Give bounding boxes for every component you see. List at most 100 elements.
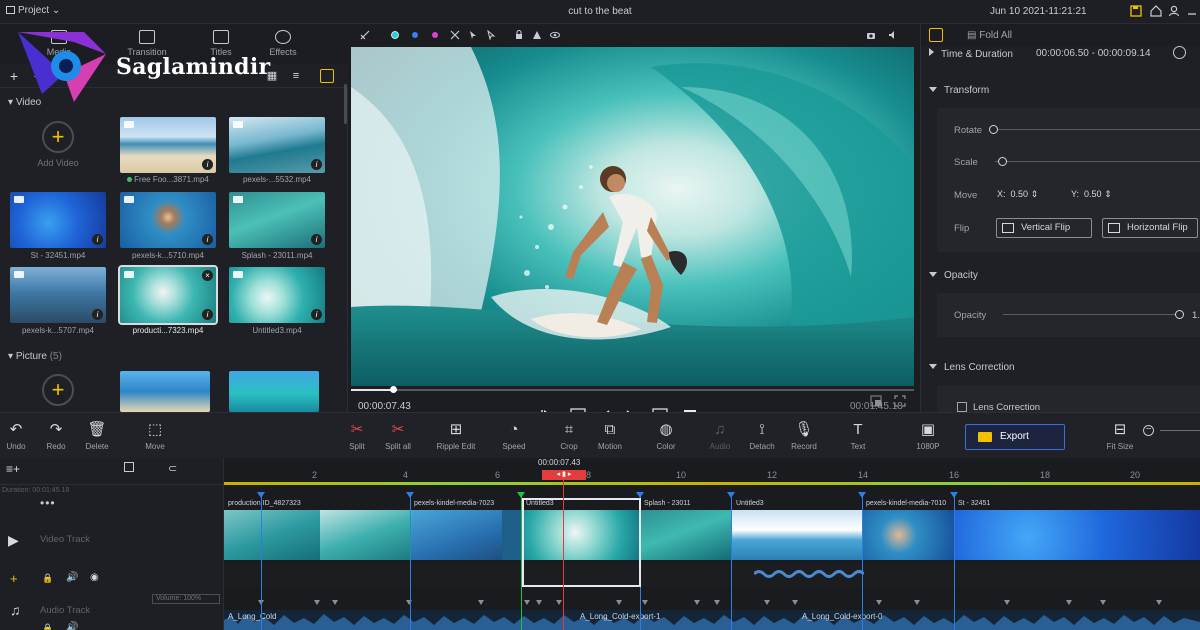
video-thumbnail[interactable]: i: [229, 117, 325, 173]
text-button[interactable]: T Text: [836, 421, 880, 451]
link-icon[interactable]: ⊂: [168, 462, 177, 475]
add-picture-button[interactable]: +: [42, 374, 74, 406]
video-clip[interactable]: [224, 510, 320, 560]
rotate-slider-handle[interactable]: [989, 125, 998, 134]
playhead[interactable]: [563, 472, 564, 630]
volume-icon[interactable]: 🔊: [66, 622, 78, 630]
rotate-slider[interactable]: [995, 129, 1200, 130]
pip-icon[interactable]: [870, 395, 882, 407]
volume-field[interactable]: Volume: 100%: [152, 594, 220, 604]
ruler-icon[interactable]: [360, 30, 370, 40]
delete-button[interactable]: 🗑 Delete: [75, 421, 119, 451]
info-icon[interactable]: i: [311, 234, 322, 245]
ripple-edit-button[interactable]: ⊞ Ripple Edit: [428, 421, 484, 451]
panel-toggle-icon[interactable]: [320, 69, 334, 83]
video-thumbnail[interactable]: i: [229, 192, 325, 248]
close-icon[interactable]: ×: [202, 270, 213, 281]
opacity-slider[interactable]: [1003, 314, 1181, 315]
snapshot-icon[interactable]: [866, 30, 876, 40]
video-thumbnail[interactable]: i: [10, 267, 106, 323]
video-thumbnail[interactable]: i: [120, 192, 216, 248]
detached-audio-waveform[interactable]: [754, 568, 864, 580]
align-icon[interactable]: [532, 30, 542, 40]
info-icon[interactable]: i: [202, 309, 213, 320]
audio-button[interactable]: ♫ Audio: [698, 421, 742, 451]
stepper-icon[interactable]: ⇕: [1031, 189, 1039, 199]
crop-button[interactable]: ⌗ Crop: [547, 421, 591, 451]
opacity-slider-handle[interactable]: [1175, 310, 1184, 319]
horizontal-flip-button[interactable]: Horizontal Flip: [1102, 218, 1198, 238]
speed-button[interactable]: ◔ Speed: [492, 421, 536, 451]
add-clip-icon[interactable]: +: [10, 571, 18, 586]
preview-scrub-handle[interactable]: [390, 386, 397, 393]
vertical-flip-button[interactable]: Vertical Flip: [996, 218, 1092, 238]
video-clip[interactable]: [640, 510, 732, 560]
info-icon[interactable]: i: [92, 234, 103, 245]
video-preview[interactable]: [351, 47, 914, 386]
detach-button[interactable]: ⟟ Detach: [740, 421, 784, 451]
transform-section[interactable]: Transform: [929, 85, 989, 96]
info-icon[interactable]: i: [311, 309, 322, 320]
lens-correction-checkbox[interactable]: [957, 402, 967, 412]
video-clip[interactable]: [320, 510, 412, 560]
color-dot-blue-icon[interactable]: [410, 30, 420, 40]
zoom-out-icon[interactable]: −: [1143, 425, 1154, 436]
color-dot-pink-icon[interactable]: [430, 30, 440, 40]
video-clip[interactable]: [954, 510, 1200, 560]
minimize-icon[interactable]: [1186, 5, 1198, 17]
more-icon[interactable]: •••: [40, 496, 56, 510]
video-clip[interactable]: [862, 510, 954, 560]
beat-marker[interactable]: [950, 492, 958, 630]
playhead-handle[interactable]: ◂ ▮ ▸: [542, 470, 586, 480]
video-thumbnail[interactable]: i: [10, 192, 106, 248]
video-clip[interactable]: [412, 510, 502, 560]
save-icon[interactable]: [1130, 5, 1142, 17]
info-icon[interactable]: i: [311, 159, 322, 170]
select-icon[interactable]: [486, 30, 496, 40]
picture-thumbnail[interactable]: [229, 371, 319, 412]
lock-icon[interactable]: [514, 30, 524, 40]
properties-tab-icon[interactable]: [929, 28, 943, 42]
opacity-section[interactable]: Opacity: [929, 270, 978, 281]
move-x-field[interactable]: X: 0.50 ⇕: [997, 189, 1057, 203]
lens-correction-section[interactable]: Lens Correction: [929, 362, 1015, 373]
motion-button[interactable]: ⧉ Motion: [588, 421, 632, 451]
info-icon[interactable]: i: [202, 234, 213, 245]
resolution-button[interactable]: ▣ 1080P: [906, 421, 950, 451]
record-button[interactable]: 🎙 Record: [782, 421, 826, 451]
video-thumbnail[interactable]: i: [120, 117, 216, 173]
video-clip[interactable]: [732, 510, 862, 560]
beat-marker[interactable]: [257, 492, 265, 630]
color-dot-cyan-icon[interactable]: [390, 30, 400, 40]
lock-all-icon[interactable]: [124, 462, 134, 472]
info-icon[interactable]: i: [92, 309, 103, 320]
beat-marker[interactable]: [858, 492, 866, 630]
scale-slider[interactable]: [995, 161, 1200, 162]
color-button[interactable]: ◍ Color: [644, 421, 688, 451]
user-icon[interactable]: [1168, 5, 1180, 17]
timeline[interactable]: 00:00:07.43 2 4 6 8 10 12 14 16 18 20 pr…: [224, 458, 1200, 630]
pointer-icon[interactable]: [468, 30, 478, 40]
move-y-field[interactable]: Y: 0.50 ⇕: [1071, 189, 1131, 203]
zoom-slider[interactable]: [1160, 430, 1200, 431]
eye-icon[interactable]: [550, 30, 560, 40]
picture-section-header[interactable]: ▾ Picture (5): [8, 351, 62, 362]
split-button[interactable]: ✂ Split: [335, 421, 379, 451]
beat-marker[interactable]: [727, 492, 735, 630]
fit-size-button[interactable]: ⊟ Fit Size: [1098, 421, 1142, 451]
export-button[interactable]: Export: [965, 424, 1065, 450]
home-icon[interactable]: [1150, 5, 1162, 17]
picture-thumbnail[interactable]: [120, 371, 210, 412]
fold-all-button[interactable]: ▤ Fold All: [967, 30, 1012, 41]
undo-button[interactable]: ↶ Undo: [0, 421, 38, 451]
preview-scrub-track[interactable]: [351, 389, 914, 391]
add-video-button[interactable]: +: [42, 121, 74, 153]
clock-icon[interactable]: [1173, 46, 1186, 59]
video-thumbnail[interactable]: i: [229, 267, 325, 323]
split-all-button[interactable]: ✂ Split all: [376, 421, 420, 451]
volume-icon[interactable]: 🔊: [66, 572, 78, 583]
lock-icon[interactable]: 🔒: [42, 623, 53, 630]
beat-marker[interactable]: [406, 492, 414, 630]
video-clip[interactable]: [502, 510, 522, 560]
add-track-icon[interactable]: ≡+: [6, 462, 20, 476]
